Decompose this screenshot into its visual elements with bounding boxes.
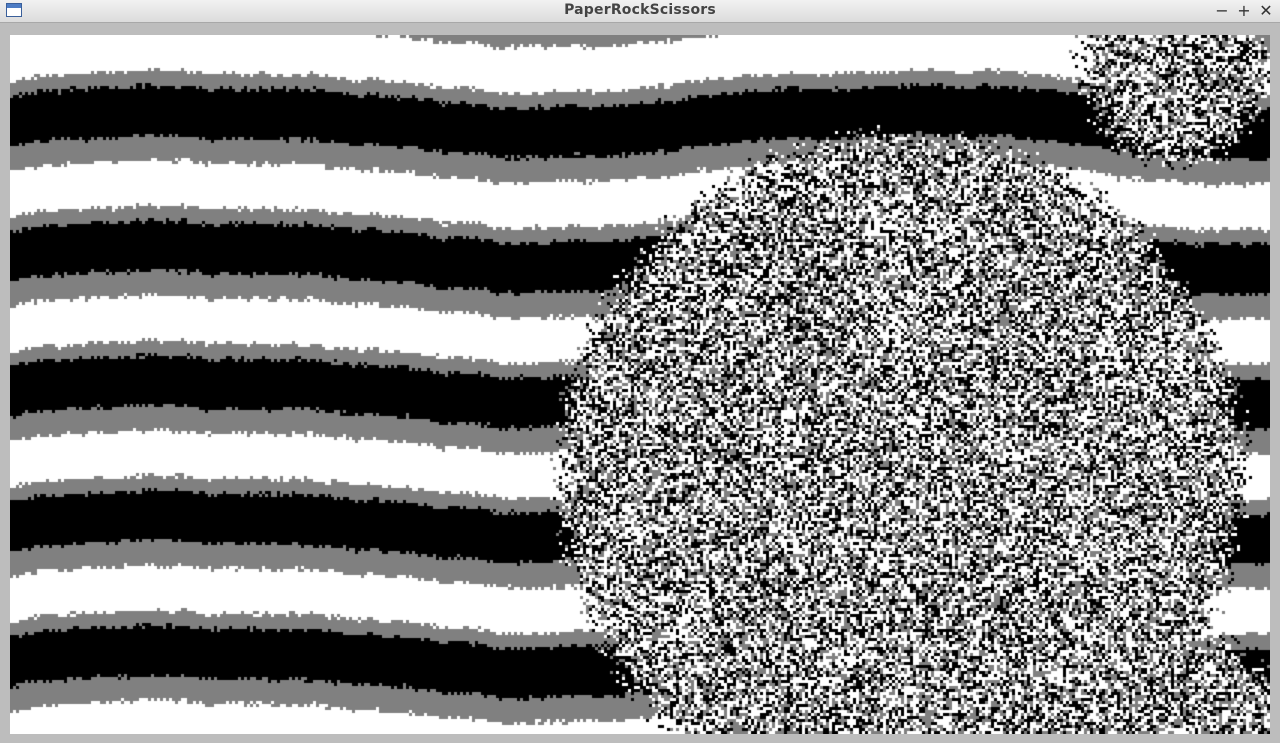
title-bar[interactable]: PaperRockScissors − + ✕: [0, 0, 1280, 23]
simulation-canvas-area[interactable]: [10, 35, 1270, 734]
simulation-canvas[interactable]: [10, 35, 1270, 734]
minimize-button[interactable]: −: [1212, 0, 1232, 22]
maximize-button[interactable]: +: [1234, 0, 1254, 22]
close-button[interactable]: ✕: [1256, 0, 1276, 22]
app-window: PaperRockScissors − + ✕: [0, 0, 1280, 743]
window-title: PaperRockScissors: [564, 2, 716, 18]
